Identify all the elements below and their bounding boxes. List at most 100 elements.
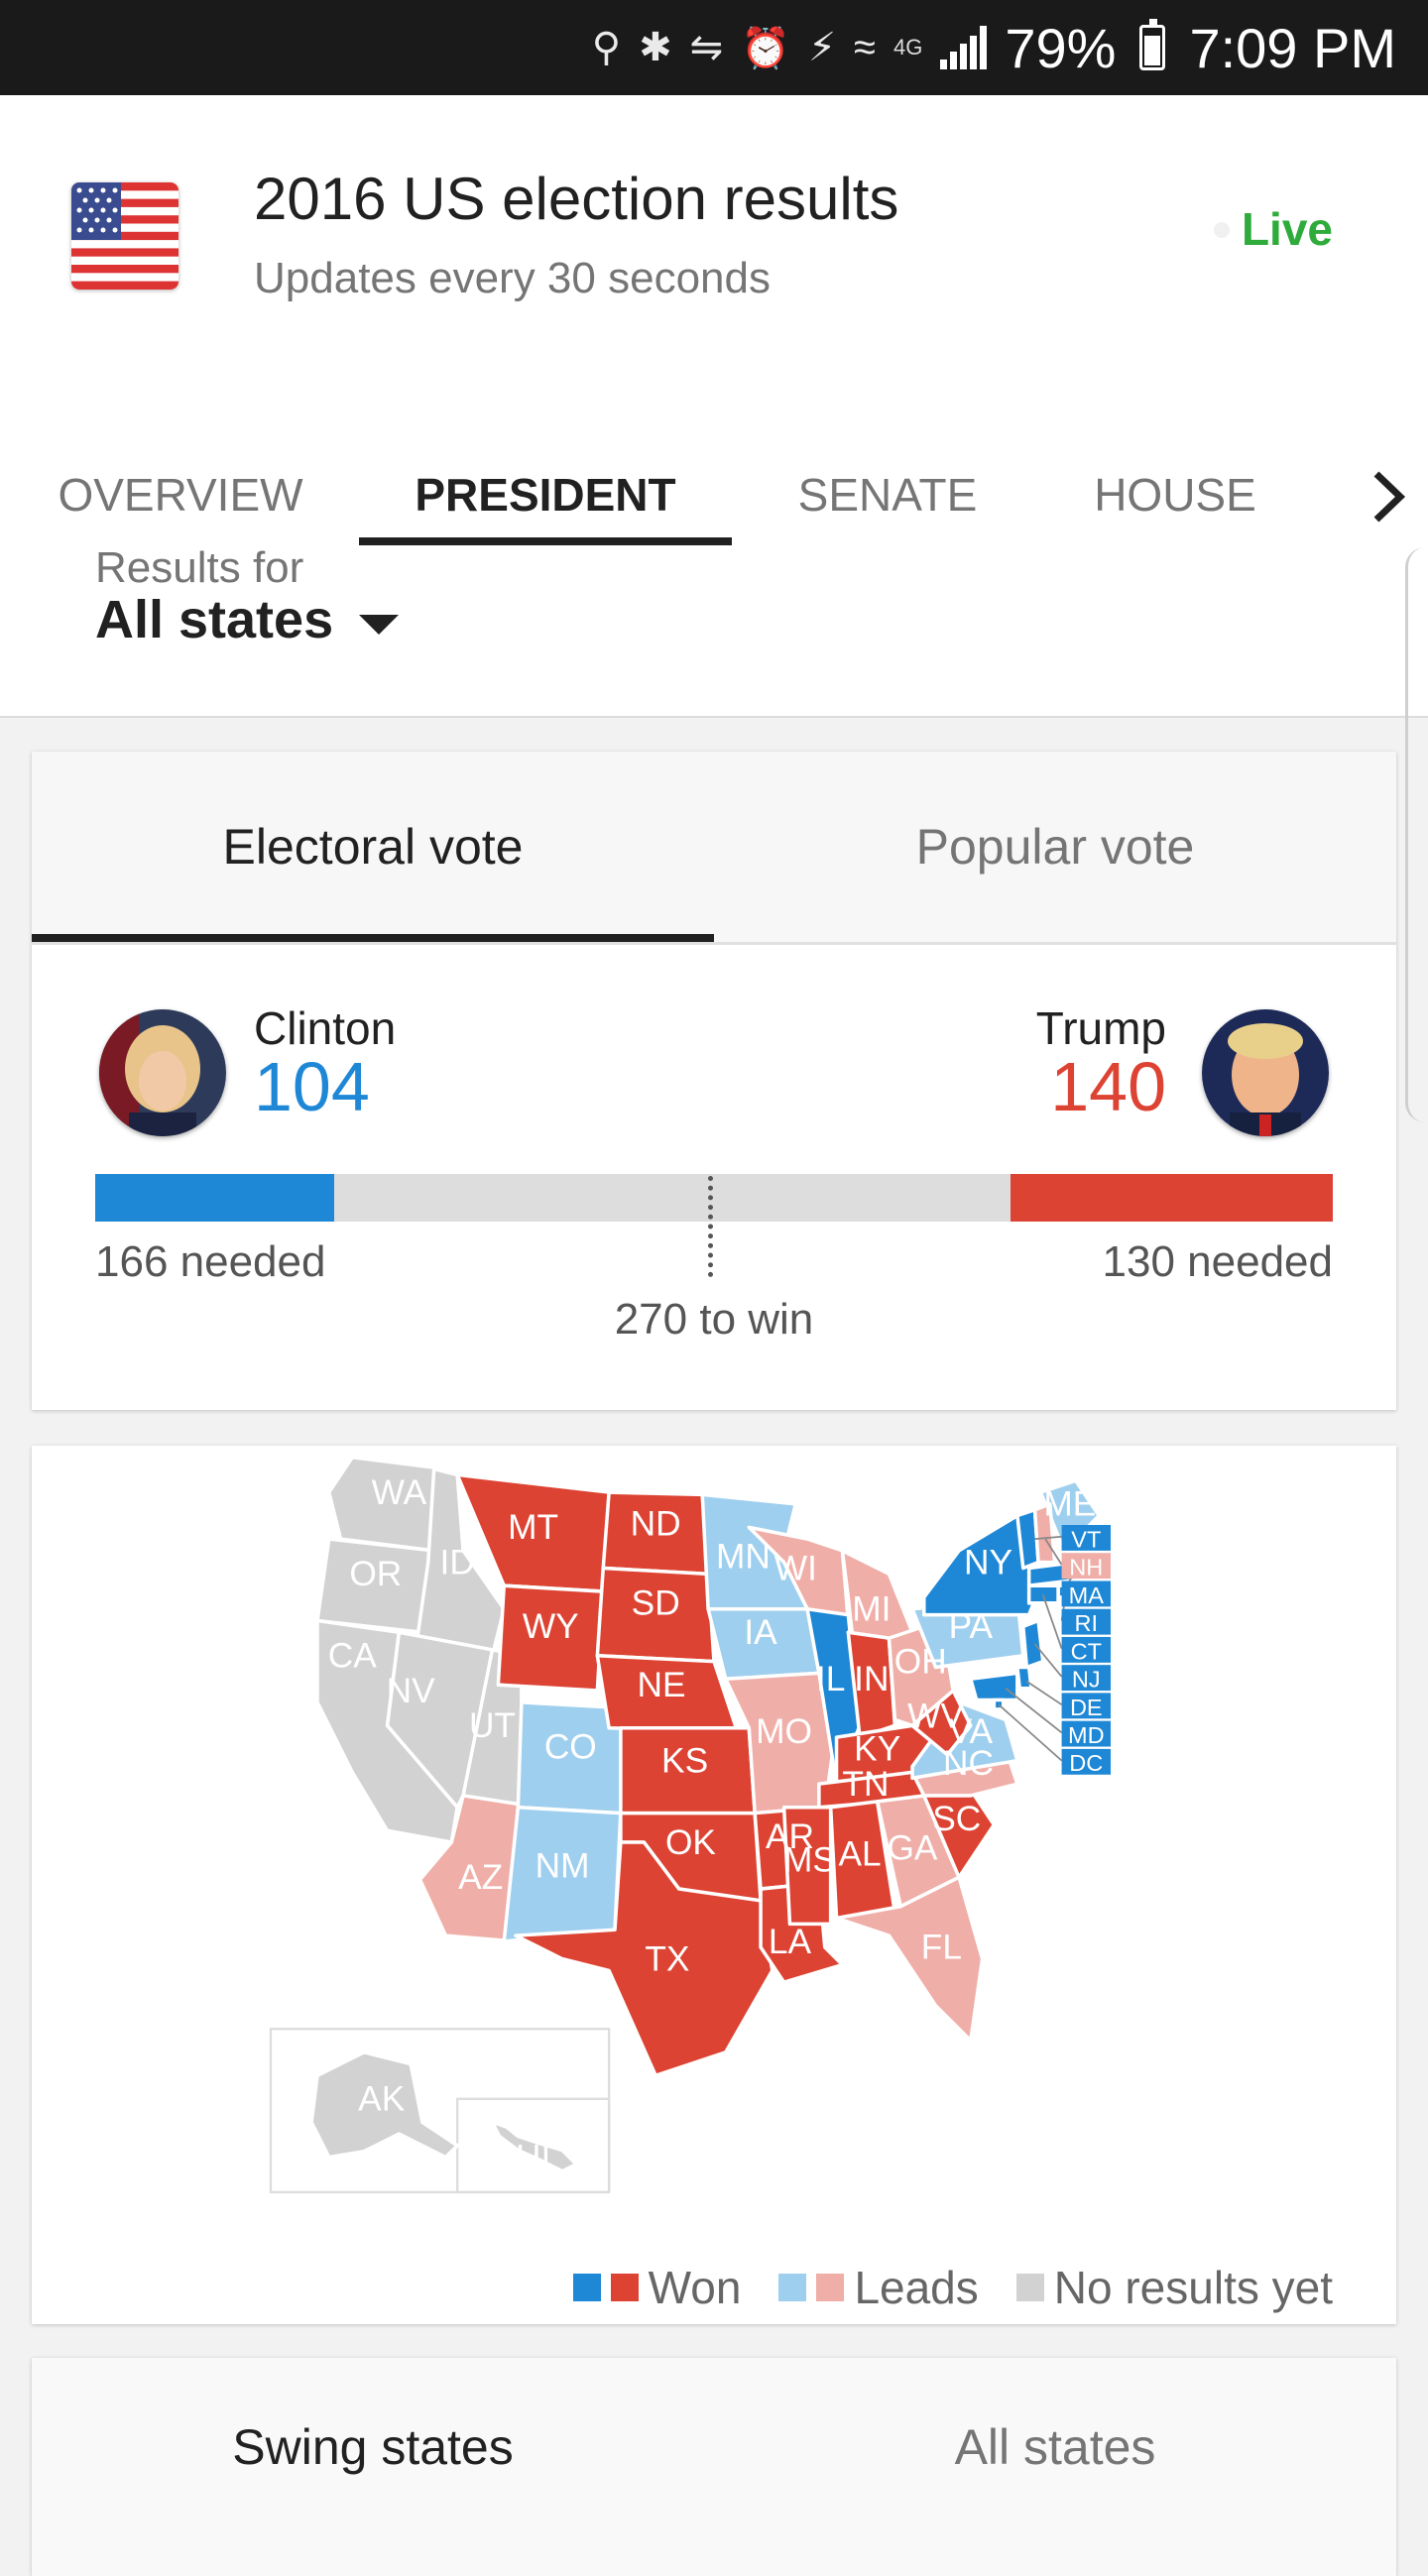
state-label-id: ID bbox=[440, 1543, 475, 1581]
small-state-dc[interactable]: DC bbox=[1061, 1748, 1111, 1776]
chevron-right-icon[interactable] bbox=[1365, 462, 1414, 531]
state-label-ia: IA bbox=[744, 1613, 777, 1652]
live-dot-icon bbox=[1214, 222, 1230, 238]
state-label-ca: CA bbox=[328, 1637, 377, 1676]
tab-popular-vote[interactable]: Popular vote bbox=[714, 752, 1396, 942]
vibrate-mute-icon: ⇋ bbox=[689, 26, 724, 69]
app-header: 2016 US election results Updates every 3… bbox=[0, 95, 1428, 547]
state-nj[interactable] bbox=[1021, 1618, 1045, 1670]
small-state-vt[interactable]: VT bbox=[1061, 1525, 1111, 1552]
tab-senate[interactable]: SENATE bbox=[754, 442, 1021, 547]
dem-leads-swatch bbox=[778, 2274, 807, 2301]
active-vote-tab-indicator bbox=[32, 934, 714, 942]
state-label-in: IN bbox=[854, 1660, 889, 1698]
state-de[interactable] bbox=[1015, 1665, 1033, 1691]
network-type: 4G bbox=[892, 35, 923, 59]
no-results-swatch bbox=[1015, 2274, 1044, 2301]
small-state-label-nj: NJ bbox=[1072, 1667, 1101, 1693]
state-label-ga: GA bbox=[888, 1829, 938, 1868]
tab-all-states[interactable]: All states bbox=[714, 2358, 1396, 2536]
state-list-tabs-card: Swing states All states bbox=[32, 2358, 1396, 2576]
small-state-label-ri: RI bbox=[1075, 1610, 1099, 1636]
small-state-label-ct: CT bbox=[1071, 1638, 1102, 1664]
trump-progress bbox=[1011, 1174, 1333, 1222]
state-label-nd: ND bbox=[631, 1505, 681, 1544]
filter-label: Results for bbox=[95, 543, 304, 592]
tab-swing-states[interactable]: Swing states bbox=[32, 2358, 714, 2536]
state-label-oh: OH bbox=[894, 1642, 947, 1681]
active-tab-indicator bbox=[359, 537, 732, 545]
trump-avatar bbox=[1202, 1009, 1329, 1136]
vote-type-tabs: Electoral vote Popular vote bbox=[32, 752, 1396, 945]
bluetooth-icon: ✱ bbox=[639, 26, 672, 69]
trump-electoral-votes: 140 bbox=[1050, 1048, 1166, 1125]
us-results-map[interactable]: WA OR CA ID NV UT AZ MT WY CO NM ND SD NE KS OK TX MN IA MO… bbox=[32, 1446, 1396, 2239]
win-threshold-marker bbox=[708, 1176, 713, 1277]
state-label-tx: TX bbox=[645, 1939, 689, 1978]
state-label-mo: MO bbox=[756, 1712, 812, 1751]
alarm-icon: ⏰ bbox=[741, 26, 790, 70]
state-label-ny: NY bbox=[964, 1543, 1012, 1581]
state-label-tn: TN bbox=[842, 1765, 889, 1804]
small-state-label-nh: NH bbox=[1069, 1555, 1103, 1581]
tab-house[interactable]: HOUSE bbox=[1051, 442, 1299, 547]
small-state-label-dc: DC bbox=[1069, 1750, 1103, 1776]
signal-icon bbox=[940, 26, 988, 69]
location-icon: ⚲ bbox=[591, 26, 622, 69]
to-win-label: 270 to win bbox=[614, 1295, 814, 1344]
small-state-ri[interactable]: RI bbox=[1061, 1608, 1111, 1636]
state-label-nv: NV bbox=[387, 1672, 435, 1710]
small-state-de[interactable]: DE bbox=[1061, 1693, 1111, 1720]
state-label-pa: PA bbox=[949, 1607, 994, 1646]
rep-leads-swatch bbox=[816, 2274, 845, 2301]
small-state-label-md: MD bbox=[1068, 1722, 1105, 1748]
page-title: 2016 US election results bbox=[254, 166, 899, 232]
state-label-wi: WI bbox=[774, 1549, 817, 1587]
clinton-electoral-votes: 104 bbox=[254, 1048, 370, 1125]
small-state-nj[interactable]: NJ bbox=[1061, 1665, 1111, 1693]
trump-needed: 130 needed bbox=[1102, 1237, 1333, 1286]
state-label-fl: FL bbox=[921, 1929, 962, 1967]
map-legend: Won Leads No results yet bbox=[572, 2261, 1333, 2314]
state-md[interactable] bbox=[969, 1671, 1019, 1702]
dem-won-swatch bbox=[572, 2274, 601, 2301]
small-state-nh[interactable]: NH bbox=[1061, 1553, 1111, 1581]
tab-president[interactable]: PRESIDENT bbox=[359, 442, 732, 547]
clinton-avatar bbox=[99, 1009, 226, 1136]
us-flag-icon bbox=[71, 182, 178, 290]
tab-electoral-vote[interactable]: Electoral vote bbox=[32, 752, 714, 942]
state-label-or: OR bbox=[349, 1555, 402, 1593]
small-state-md[interactable]: MD bbox=[1061, 1720, 1111, 1748]
small-state-ma[interactable]: MA bbox=[1061, 1581, 1111, 1608]
state-label-hi: HI bbox=[516, 2138, 550, 2176]
state-label-me: ME bbox=[1043, 1485, 1096, 1524]
section-tabs: OVERVIEW PRESIDENT SENATE HOUSE bbox=[0, 442, 1428, 547]
state-label-ne: NE bbox=[638, 1666, 686, 1704]
state-label-ks: KS bbox=[661, 1741, 708, 1780]
small-state-ct[interactable]: CT bbox=[1061, 1636, 1111, 1664]
scroll-edge bbox=[1405, 547, 1428, 1122]
dropdown-arrow-icon[interactable] bbox=[359, 615, 399, 635]
small-state-label-ma: MA bbox=[1069, 1582, 1105, 1608]
state-label-wa: WA bbox=[372, 1473, 427, 1512]
data-saver-icon: ⚡ bbox=[807, 26, 837, 69]
clock: 7:09 PM bbox=[1189, 16, 1396, 79]
state-ct[interactable] bbox=[1026, 1583, 1060, 1605]
results-filter[interactable]: Results for All states bbox=[0, 543, 1428, 718]
state-label-sd: SD bbox=[632, 1584, 680, 1623]
state-label-co: CO bbox=[544, 1727, 597, 1766]
wifi-icon: ≈ bbox=[854, 25, 876, 69]
filter-dropdown[interactable]: All states bbox=[95, 589, 333, 650]
electoral-vote-card: Electoral vote Popular vote Clinton 104 … bbox=[32, 752, 1396, 1410]
state-label-ak: AK bbox=[358, 2080, 406, 2119]
battery-percent: 79% bbox=[1005, 16, 1117, 79]
electoral-progress-bar bbox=[95, 1174, 1333, 1222]
page-subtitle: Updates every 30 seconds bbox=[254, 254, 771, 302]
state-label-il: IL bbox=[816, 1660, 845, 1698]
small-state-label-de: DE bbox=[1070, 1695, 1103, 1720]
battery-icon bbox=[1139, 19, 1166, 70]
state-label-wy: WY bbox=[523, 1607, 579, 1646]
tab-overview[interactable]: OVERVIEW bbox=[40, 442, 321, 547]
legend-won: Won bbox=[648, 2262, 742, 2313]
state-label-mi: MI bbox=[852, 1589, 891, 1628]
